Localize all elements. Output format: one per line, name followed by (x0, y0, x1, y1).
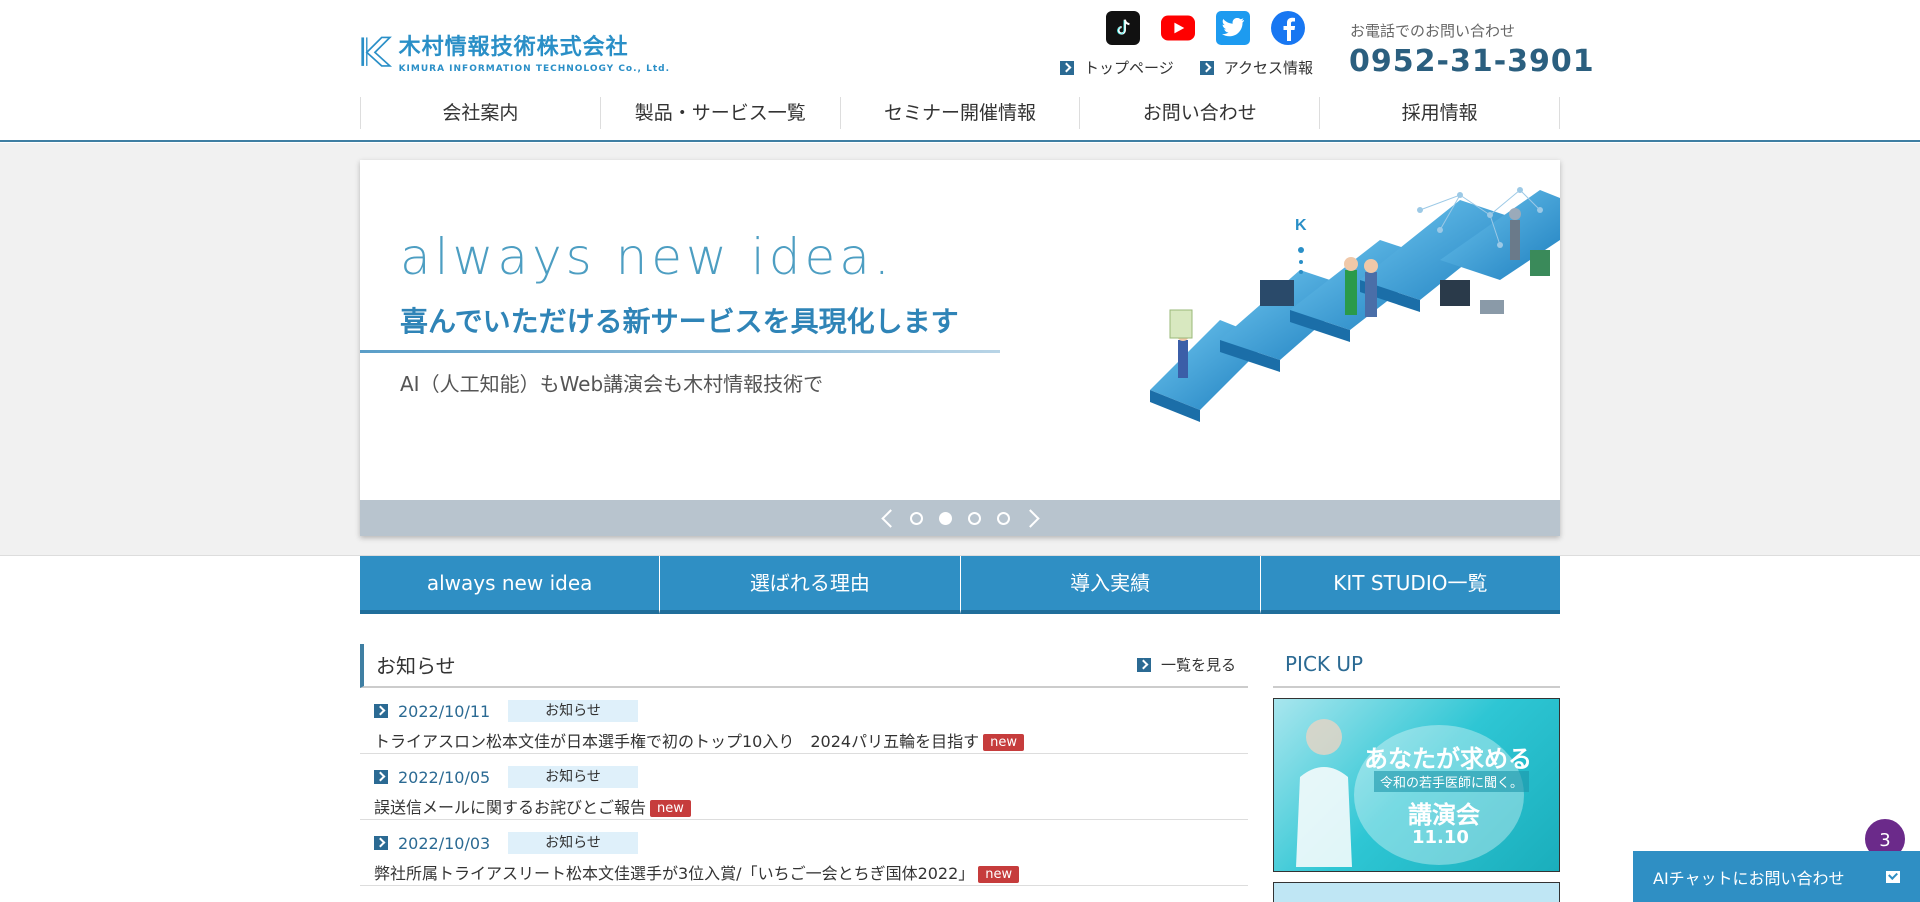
pickup-title: PICK UP (1273, 644, 1560, 688)
feature-kit-studio[interactable]: KIT STUDIO一覧 (1260, 556, 1560, 614)
hero-tagline: AI（人工知能）もWeb講演会も木村情報技術で (400, 372, 824, 396)
slider-dot-1[interactable] (910, 511, 923, 525)
facebook-icon[interactable] (1271, 11, 1305, 45)
chevron-down-icon (1886, 871, 1900, 883)
hero-illustration: K (1150, 187, 1560, 422)
news-header: お知らせ 一覧を見る (360, 644, 1248, 688)
new-badge: new (978, 866, 1020, 883)
doctor-illustration (1296, 719, 1352, 867)
hero-slider[interactable]: always new idea. 喜んでいただける新サービスを具現化します AI… (360, 160, 1560, 536)
banner-event-type: 講演会 (1408, 801, 1480, 829)
phone-number[interactable]: 0952-31-3901 (1349, 44, 1595, 79)
nav-recruit[interactable]: 採用情報 (1320, 97, 1560, 129)
youtube-icon[interactable] (1161, 11, 1195, 45)
news-text: 誤送信メールに関するお詫びとご報告 new (374, 794, 1248, 818)
slider-controls (360, 500, 1560, 536)
feature-nav: always new idea 選ばれる理由 導入実績 KIT STUDIO一覧 (360, 556, 1560, 614)
access-info-link[interactable]: アクセス情報 (1199, 57, 1313, 78)
news-item[interactable]: 2022/10/03 お知らせ 弊社所属トライアスリート松本文佳選手が3位入賞/… (360, 820, 1248, 886)
news-more-link[interactable]: 一覧を見る (1136, 654, 1236, 675)
social-links (1106, 11, 1326, 45)
feature-reasons[interactable]: 選ばれる理由 (660, 556, 961, 614)
nav-products[interactable]: 製品・サービス一覧 (601, 97, 841, 129)
news-category: お知らせ (508, 832, 638, 854)
news-text: 弊社所属トライアスリート松本文佳選手が3位入賞/「いちご一会とちぎ国体2022」… (374, 860, 1248, 884)
news-section: お知らせ 一覧を見る 2022/10/11 お知らせ トライアスロン松本文佳が日… (360, 644, 1248, 886)
nav-contact[interactable]: お問い合わせ (1080, 97, 1321, 129)
twitter-icon[interactable] (1216, 11, 1250, 45)
hero-divider (360, 350, 1000, 353)
nav-company[interactable]: 会社案内 (361, 97, 601, 129)
slider-dot-2[interactable] (939, 511, 952, 525)
news-category: お知らせ (508, 700, 638, 722)
hero-slogan: always new idea. (400, 228, 894, 286)
news-item[interactable]: 2022/10/11 お知らせ トライアスロン松本文佳が日本選手権で初のトップ1… (360, 688, 1248, 754)
company-logo[interactable]: 木村情報技術株式会社 KIMURA INFORMATION TECHNOLOGY… (360, 24, 670, 78)
top-links: トップページ アクセス情報 (1060, 57, 1339, 78)
arrow-right-icon (1199, 60, 1214, 75)
arrow-right-icon (374, 704, 388, 718)
news-text: トライアスロン松本文佳が日本選手権で初のトップ10入り 2024パリ五輪を目指す… (374, 728, 1248, 752)
logo-english-name: KIMURA INFORMATION TECHNOLOGY Co., Ltd. (398, 63, 670, 74)
news-date: 2022/10/03 (398, 833, 491, 853)
news-date: 2022/10/05 (398, 767, 491, 787)
arrow-right-icon (374, 836, 388, 850)
pickup-banner-lecture[interactable]: あなたが求める 令和の若手医師に聞く。 講演会 11.10 (1273, 698, 1560, 872)
ai-chat-button[interactable]: AIチャットにお問い合わせ (1633, 851, 1920, 902)
new-badge: new (983, 734, 1024, 751)
global-nav: 会社案内 製品・サービス一覧 セミナー開催情報 お問い合わせ 採用情報 (360, 97, 1560, 129)
new-badge: new (650, 800, 691, 817)
news-item[interactable]: 2022/10/05 お知らせ 誤送信メールに関するお詫びとご報告 new (360, 754, 1248, 820)
feature-case-studies[interactable]: 導入実績 (960, 556, 1261, 614)
kit-logo-icon (361, 36, 393, 67)
phone-contact-label: お電話でのお問い合わせ (1350, 22, 1516, 40)
news-title: お知らせ (376, 654, 456, 678)
news-category: お知らせ (508, 766, 638, 788)
ai-chat-label: AIチャットにお問い合わせ (1653, 868, 1845, 888)
logo-japanese-name: 木村情報技術株式会社 (398, 34, 629, 60)
slider-dot-4[interactable] (997, 511, 1010, 525)
slider-next-icon[interactable] (1018, 503, 1048, 533)
banner-date: 11.10 (1412, 827, 1469, 848)
banner-headline: あなたが求める (1364, 745, 1532, 773)
hero-subtitle: 喜んでいただける新サービスを具現化します (400, 305, 959, 338)
pickup-section: PICK UP あなたが求める 令和の若手医師に聞く。 講演会 11.10 (1273, 644, 1560, 902)
top-page-link[interactable]: トップページ (1060, 57, 1174, 78)
banner-subheadline: 令和の若手医師に聞く。 (1374, 771, 1530, 792)
nav-seminars[interactable]: セミナー開催情報 (841, 97, 1081, 129)
news-date: 2022/10/11 (398, 701, 491, 721)
arrow-right-icon (1136, 657, 1151, 672)
pickup-banner-2[interactable] (1273, 882, 1560, 902)
tiktok-icon[interactable] (1106, 11, 1140, 45)
slider-prev-icon[interactable] (872, 503, 902, 533)
svg-text:K: K (1295, 217, 1307, 234)
arrow-right-icon (1060, 60, 1074, 75)
arrow-right-icon (374, 770, 388, 784)
feature-always-new-idea[interactable]: always new idea (360, 556, 661, 614)
site-header: 木村情報技術株式会社 KIMURA INFORMATION TECHNOLOGY… (0, 0, 1920, 142)
slider-dot-3[interactable] (968, 511, 981, 525)
